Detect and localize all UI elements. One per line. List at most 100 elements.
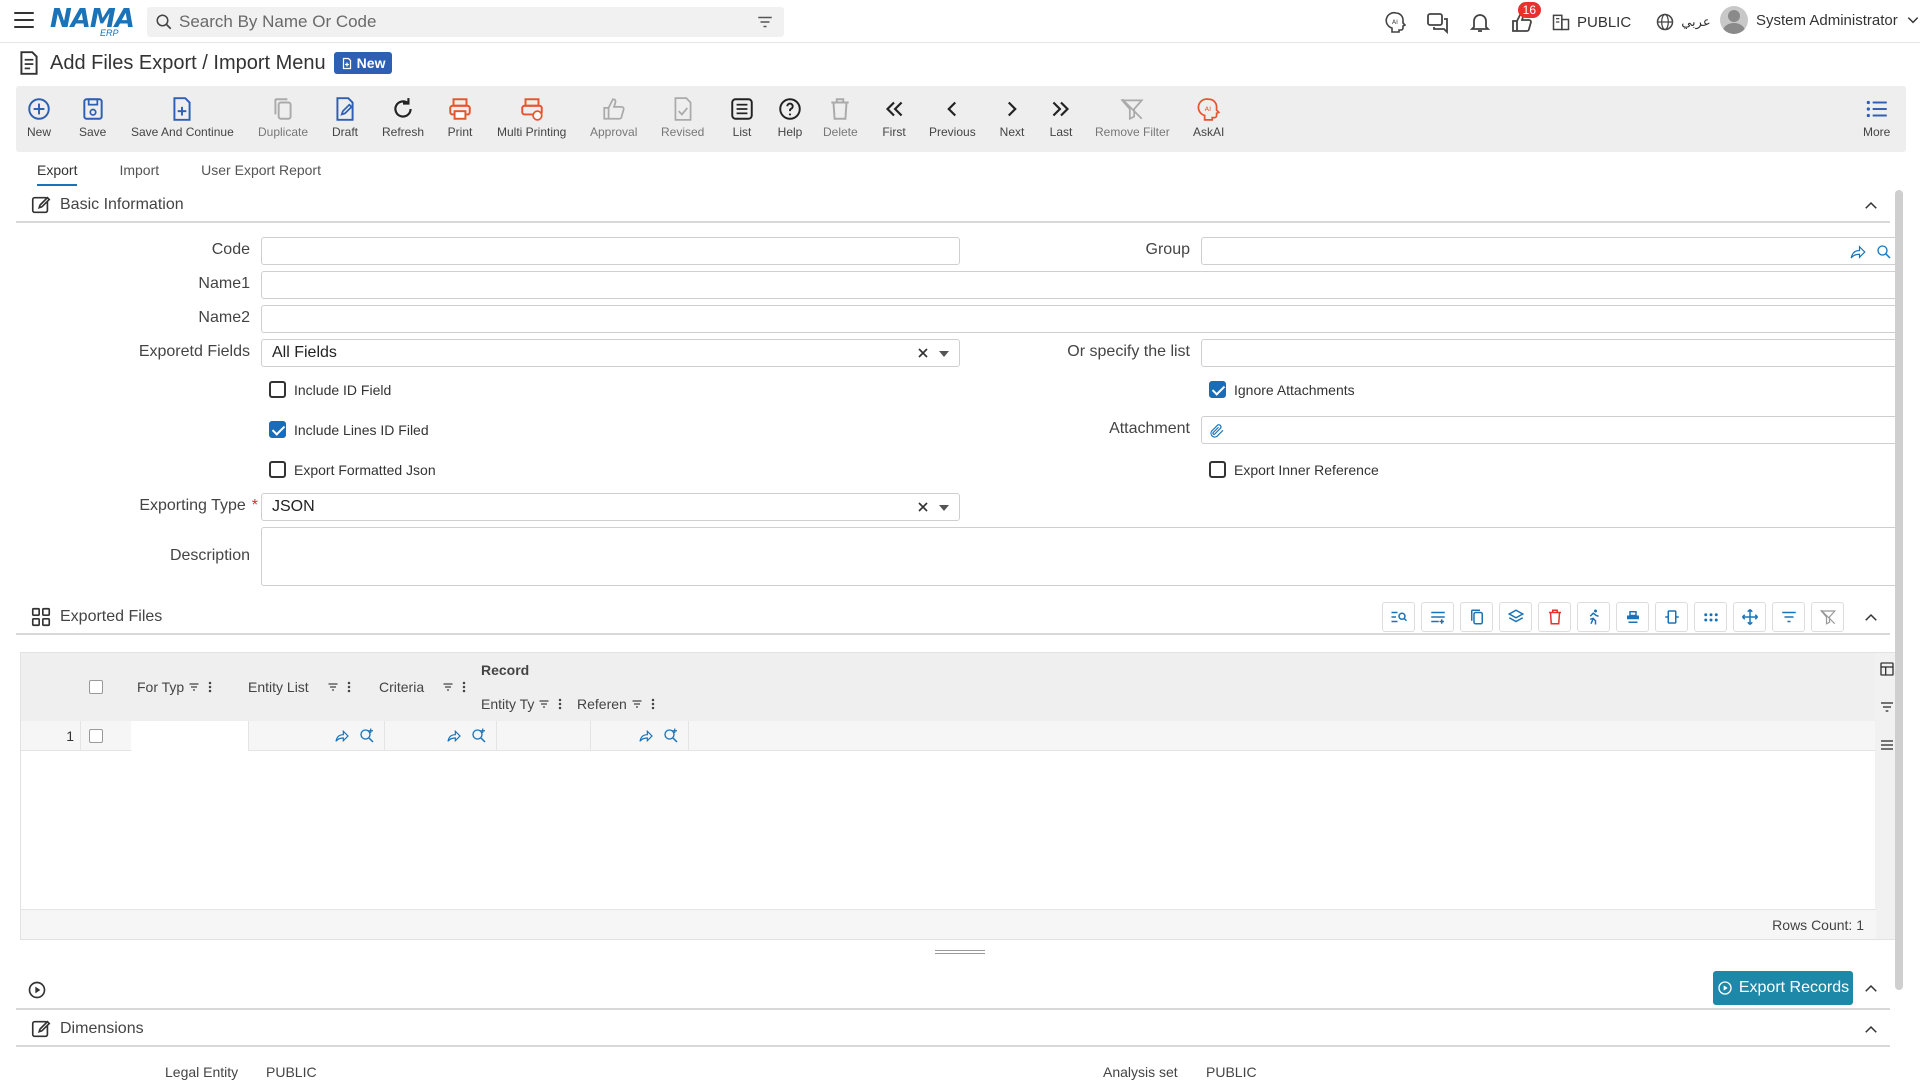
tab-user-export-report[interactable]: User Export Report xyxy=(180,152,342,188)
chat-icon[interactable] xyxy=(1417,8,1459,36)
exported-fields-select[interactable]: All Fields xyxy=(261,339,960,367)
search-add-icon[interactable] xyxy=(358,727,376,745)
save-and-continue-button[interactable]: Save And Continue xyxy=(131,96,234,139)
table-row[interactable]: 1 xyxy=(21,721,1876,751)
askai-button[interactable]: AI AskAI xyxy=(1193,96,1224,139)
column-menu-icon[interactable] xyxy=(554,698,566,710)
help-button[interactable]: Help xyxy=(777,96,803,139)
column-filter-icon[interactable] xyxy=(442,681,454,693)
chevron-up-icon[interactable] xyxy=(1862,197,1880,215)
language-selector[interactable]: عربي xyxy=(1639,8,1718,36)
export-records-button[interactable]: Export Records xyxy=(1713,971,1853,1005)
column-menu-icon[interactable] xyxy=(343,681,355,693)
menu-icon[interactable] xyxy=(14,12,34,28)
cell-entity-list[interactable] xyxy=(249,721,385,751)
code-input[interactable] xyxy=(261,237,960,265)
include-id-field-checkbox[interactable]: Include ID Field xyxy=(269,381,391,398)
search-add-icon[interactable] xyxy=(1875,243,1893,261)
or-specify-list-input[interactable] xyxy=(1201,339,1898,367)
logo[interactable]: NAMA ERP xyxy=(50,4,135,38)
draft-button[interactable]: Draft xyxy=(332,96,358,139)
name2-input[interactable] xyxy=(261,305,1898,333)
grid-move-button[interactable] xyxy=(1733,602,1766,632)
grid-add-row-button[interactable] xyxy=(1421,602,1454,632)
multi-printing-button[interactable]: Multi Printing xyxy=(497,96,566,139)
chevron-up-icon[interactable] xyxy=(1862,980,1880,998)
refresh-button[interactable]: Refresh xyxy=(382,96,424,139)
exporting-type-select[interactable]: JSON xyxy=(261,493,960,521)
grid-filter-button[interactable] xyxy=(1772,602,1805,632)
grid-delete-button[interactable] xyxy=(1538,602,1571,632)
cell-for-type[interactable] xyxy=(131,721,249,751)
search-input[interactable] xyxy=(179,12,756,32)
columns-icon[interactable] xyxy=(1879,661,1895,677)
column-menu-icon[interactable] xyxy=(647,698,659,710)
last-button[interactable]: Last xyxy=(1048,96,1074,139)
group-input[interactable] xyxy=(1201,237,1898,265)
include-lines-id-checkbox[interactable]: Include Lines ID Filed xyxy=(269,421,429,438)
legal-entity-value[interactable]: PUBLIC xyxy=(266,1064,317,1080)
share-arrow-icon[interactable] xyxy=(1849,243,1867,261)
column-entity-type[interactable]: Entity Ty xyxy=(481,696,566,712)
grid-clear-button[interactable] xyxy=(1616,602,1649,632)
column-entity-list[interactable]: Entity List xyxy=(248,679,355,695)
cell-criteria[interactable] xyxy=(385,721,497,751)
name1-input[interactable] xyxy=(261,271,1898,299)
share-arrow-icon[interactable] xyxy=(446,728,462,744)
next-button[interactable]: Next xyxy=(999,96,1025,139)
menu-lines-icon[interactable] xyxy=(1879,737,1895,753)
user-menu[interactable]: System Administrator xyxy=(1720,6,1920,34)
grid-dots-button[interactable] xyxy=(1694,602,1727,632)
ai-assistant-icon[interactable]: AI xyxy=(1375,8,1417,36)
remove-filter-button[interactable]: Remove Filter xyxy=(1095,96,1170,139)
tab-import[interactable]: Import xyxy=(98,152,180,188)
entity-selector[interactable]: PUBLIC xyxy=(1543,8,1639,36)
chevron-up-icon[interactable] xyxy=(1862,1021,1880,1039)
column-filter-icon[interactable] xyxy=(631,698,643,710)
duplicate-button[interactable]: Duplicate xyxy=(258,96,308,139)
chevron-up-icon[interactable] xyxy=(1862,609,1880,627)
clear-icon[interactable] xyxy=(915,345,931,361)
previous-button[interactable]: Previous xyxy=(929,96,976,139)
more-button[interactable]: More xyxy=(1863,96,1890,139)
resize-handle[interactable] xyxy=(935,950,985,954)
description-textarea[interactable] xyxy=(261,527,1898,586)
filter-lines-icon[interactable] xyxy=(1879,699,1895,715)
column-filter-icon[interactable] xyxy=(188,681,200,693)
column-for-type[interactable]: For Typ xyxy=(137,679,216,695)
attachment-input[interactable] xyxy=(1201,416,1898,444)
row-checkbox[interactable] xyxy=(89,729,103,743)
column-filter-icon[interactable] xyxy=(538,698,550,710)
column-filter-icon[interactable] xyxy=(327,681,339,693)
export-formatted-json-checkbox[interactable]: Export Formatted Json xyxy=(269,461,436,478)
export-inner-reference-checkbox[interactable]: Export Inner Reference xyxy=(1209,461,1379,478)
grid-layers-button[interactable] xyxy=(1499,602,1532,632)
cell-reference[interactable] xyxy=(591,721,689,751)
share-arrow-icon[interactable] xyxy=(638,728,654,744)
analysis-set-value[interactable]: PUBLIC xyxy=(1206,1064,1257,1080)
grid-fit-button[interactable] xyxy=(1655,602,1688,632)
select-all-checkbox[interactable] xyxy=(89,680,103,694)
grid-run-button[interactable] xyxy=(1577,602,1610,632)
list-button[interactable]: List xyxy=(729,96,755,139)
grid-search-button[interactable] xyxy=(1382,602,1415,632)
first-button[interactable]: First xyxy=(881,96,907,139)
column-criteria[interactable]: Criteria xyxy=(379,679,470,695)
column-menu-icon[interactable] xyxy=(204,681,216,693)
share-arrow-icon[interactable] xyxy=(334,728,350,744)
cell-entity-type[interactable] xyxy=(497,721,591,751)
search-add-icon[interactable] xyxy=(470,727,488,745)
grid-remove-filter-button[interactable] xyxy=(1811,602,1844,632)
play-circle-icon[interactable] xyxy=(27,980,47,1000)
approval-button[interactable]: Approval xyxy=(590,96,637,139)
save-button[interactable]: Save xyxy=(79,96,106,139)
grid-copy-button[interactable] xyxy=(1460,602,1493,632)
page-scrollbar[interactable] xyxy=(1895,190,1903,990)
revised-button[interactable]: Revised xyxy=(661,96,704,139)
new-button[interactable]: New xyxy=(26,96,52,139)
column-menu-icon[interactable] xyxy=(458,681,470,693)
print-button[interactable]: Print xyxy=(447,96,473,139)
bell-icon[interactable] xyxy=(1459,8,1501,36)
tab-export[interactable]: Export xyxy=(16,152,98,188)
column-reference[interactable]: Referen xyxy=(577,696,659,712)
